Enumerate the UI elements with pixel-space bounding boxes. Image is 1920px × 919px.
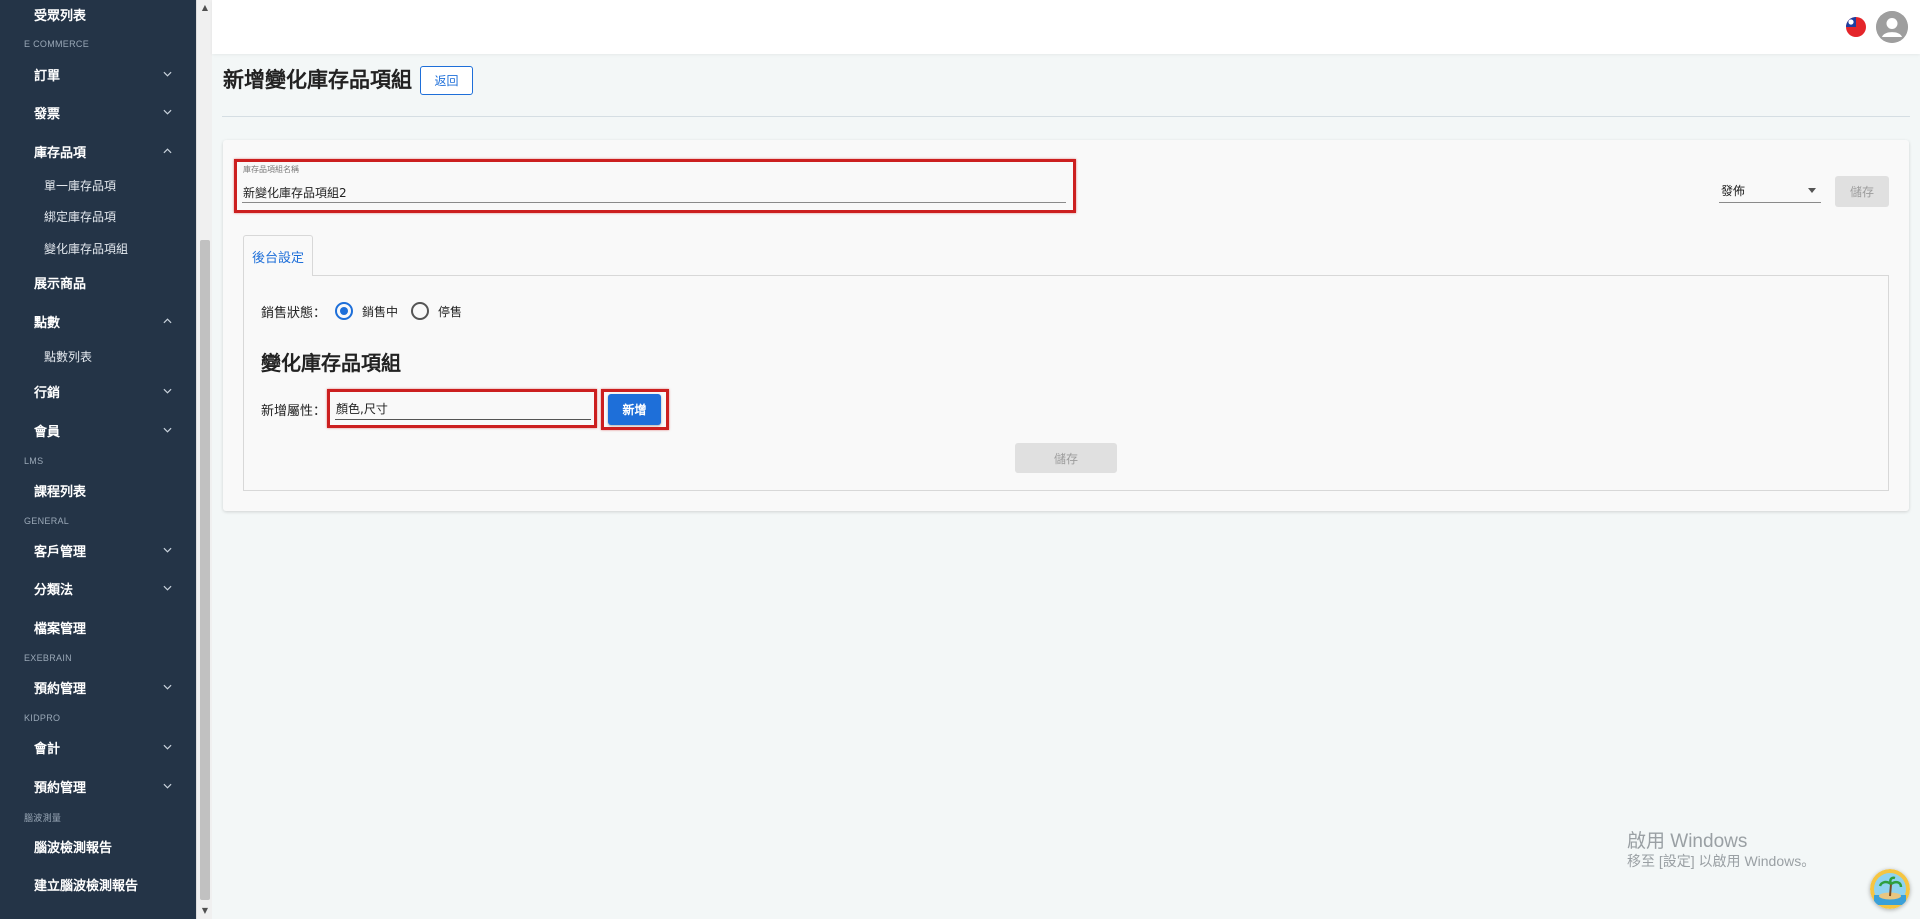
sidebar-item-brainwave-report[interactable]: 腦波檢測報告: [34, 832, 196, 860]
sidebar-item-points[interactable]: 點數: [34, 307, 196, 335]
sidebar-item-label: 綁定庫存品項: [44, 209, 117, 224]
sidebar-section-kidpro: KIDPRO: [24, 713, 61, 723]
sidebar-subitem-bundled-inventory[interactable]: 綁定庫存品項: [44, 204, 196, 228]
sidebar: 受眾列表 E COMMERCE 訂單 發票 庫存品項 單一庫存品項 綁定庫存品項…: [0, 0, 196, 919]
sidebar-section-exebrain: EXEBRAIN: [24, 653, 72, 663]
sidebar-item-booking-management-kidpro[interactable]: 預約管理: [34, 772, 196, 800]
publish-status-select[interactable]: 發佈: [1719, 176, 1821, 203]
panel-save-button[interactable]: 儲存: [1015, 443, 1117, 473]
sidebar-item-marketing[interactable]: 行銷: [34, 377, 196, 405]
user-avatar-icon[interactable]: [1876, 11, 1908, 43]
windows-activation-hint: 移至 [設定] 以啟用 Windows。: [1627, 853, 1816, 869]
chevron-down-icon: [163, 71, 172, 77]
chevron-up-icon: [163, 148, 172, 154]
page-title: 新增變化庫存品項組: [223, 68, 412, 92]
sidebar-item-label: 會員: [34, 424, 61, 440]
scroll-up-arrow-icon[interactable]: ▲: [197, 0, 213, 16]
add-attribute-label: 新增屬性：: [261, 404, 327, 419]
sidebar-item-label: 點數列表: [44, 349, 93, 364]
sidebar-item-booking-management[interactable]: 預約管理: [34, 673, 196, 701]
sidebar-item-audience-list[interactable]: 受眾列表: [34, 0, 196, 28]
sidebar-item-label: 訂單: [34, 68, 61, 84]
sidebar-item-label: 客戶管理: [34, 544, 87, 560]
radio-on-sale-label[interactable]: 銷售中: [362, 303, 398, 320]
chevron-up-icon: [163, 318, 172, 324]
highlight-box-attribute-input: [327, 389, 597, 428]
taiwan-flag-icon[interactable]: [1846, 17, 1866, 37]
radio-on-sale[interactable]: [335, 302, 353, 320]
sales-status-label: 銷售狀態：: [261, 306, 327, 321]
sidebar-item-label: 變化庫存品項組: [44, 241, 129, 256]
sidebar-section-brainwave: 腦波測量: [24, 813, 62, 823]
chevron-down-icon: [163, 744, 172, 750]
sidebar-item-label: 預約管理: [34, 681, 87, 697]
top-save-button[interactable]: 儲存: [1835, 176, 1889, 207]
sidebar-item-label: 點數: [34, 315, 61, 331]
sidebar-item-label: 分類法: [34, 582, 74, 598]
variant-group-section-title: 變化庫存品項組: [261, 351, 401, 375]
sidebar-item-display-products[interactable]: 展示商品: [34, 268, 196, 296]
sidebar-item-label: 會計: [34, 741, 61, 757]
sidebar-item-inventory[interactable]: 庫存品項: [34, 137, 196, 165]
chevron-down-icon: [163, 109, 172, 115]
sidebar-section-ecommerce: E COMMERCE: [24, 39, 90, 49]
sidebar-item-members[interactable]: 會員: [34, 416, 196, 444]
sidebar-item-file-management[interactable]: 檔案管理: [34, 613, 196, 641]
sidebar-item-label: 建立腦波檢測報告: [34, 878, 139, 894]
caret-down-icon: [1808, 188, 1816, 193]
windows-activation-title: 啟用 Windows: [1627, 831, 1748, 852]
scrollbar-thumb[interactable]: [200, 240, 210, 900]
sidebar-item-label: 展示商品: [34, 276, 87, 292]
sidebar-item-label: 發票: [34, 106, 61, 122]
sidebar-scrollbar[interactable]: ▲ ▼: [196, 0, 212, 919]
sidebar-item-label: 受眾列表: [34, 8, 87, 24]
sidebar-item-label: 腦波檢測報告: [34, 840, 113, 856]
highlight-box-group-name: [234, 159, 1076, 213]
sidebar-subitem-variant-inventory-group[interactable]: 變化庫存品項組: [44, 236, 196, 260]
sidebar-item-label: 行銷: [34, 385, 61, 401]
sidebar-item-orders[interactable]: 訂單: [34, 60, 196, 88]
radio-off-sale-label[interactable]: 停售: [438, 303, 462, 320]
sidebar-item-label: 庫存品項: [34, 145, 87, 161]
sidebar-item-taxonomy[interactable]: 分類法: [34, 574, 196, 602]
publish-status-value: 發佈: [1721, 184, 1746, 198]
palm-island-assistant-icon[interactable]: [1870, 869, 1910, 909]
sidebar-item-course-list[interactable]: 課程列表: [34, 476, 196, 504]
chevron-down-icon: [163, 388, 172, 394]
sidebar-item-create-brainwave-report[interactable]: 建立腦波檢測報告: [34, 870, 196, 898]
sidebar-item-invoices[interactable]: 發票: [34, 98, 196, 126]
sidebar-section-general: GENERAL: [24, 516, 70, 526]
tab-backend-settings[interactable]: 後台設定: [243, 235, 313, 276]
sidebar-subitem-points-list[interactable]: 點數列表: [44, 344, 196, 368]
radio-off-sale[interactable]: [411, 302, 429, 320]
top-bar: [212, 0, 1920, 54]
sidebar-item-accounting[interactable]: 會計: [34, 733, 196, 761]
sidebar-item-label: 檔案管理: [34, 621, 87, 637]
sidebar-item-label: 單一庫存品項: [44, 178, 117, 193]
sidebar-item-customer-management[interactable]: 客戶管理: [34, 536, 196, 564]
sidebar-section-lms: LMS: [24, 456, 44, 466]
chevron-down-icon: [163, 547, 172, 553]
chevron-down-icon: [163, 684, 172, 690]
chevron-down-icon: [163, 427, 172, 433]
highlight-box-add-button: [601, 389, 669, 430]
chevron-down-icon: [163, 585, 172, 591]
chevron-down-icon: [163, 783, 172, 789]
sidebar-subitem-single-inventory[interactable]: 單一庫存品項: [44, 173, 196, 197]
back-button[interactable]: 返回: [420, 66, 473, 95]
page-divider: [222, 116, 1910, 117]
scroll-down-arrow-icon[interactable]: ▼: [197, 903, 213, 919]
sidebar-item-label: 課程列表: [34, 484, 87, 500]
sidebar-item-label: 預約管理: [34, 780, 87, 796]
